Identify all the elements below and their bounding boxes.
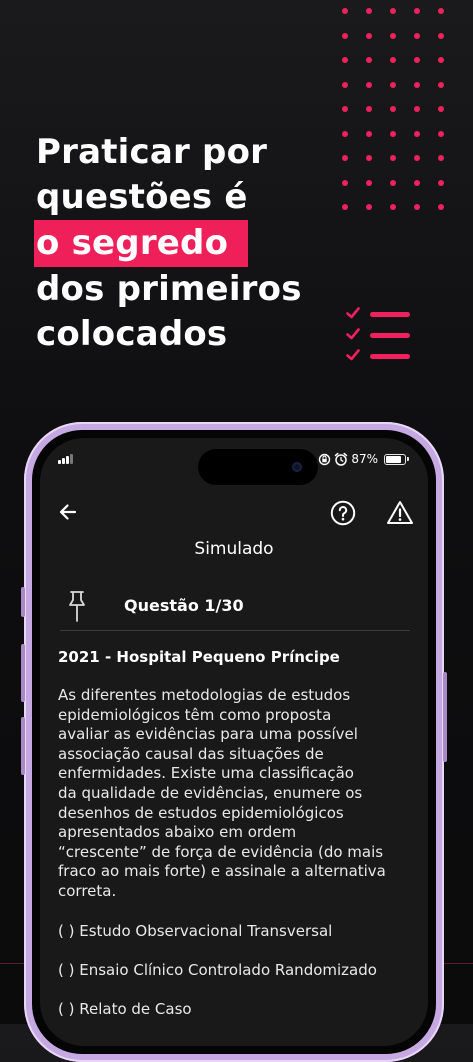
signal-icon: [58, 452, 78, 464]
option-item-1[interactable]: ( ) Estudo Observacional Transversal: [58, 922, 332, 940]
decorative-dot: [366, 32, 372, 39]
statement-line: avaliar as evidências para uma possível: [58, 725, 358, 744]
headline-line-5: colocados: [36, 314, 228, 354]
decorative-dot: [342, 8, 348, 14]
back-arrow-icon[interactable]: [56, 500, 80, 524]
question-statement: As diferentes metodologias de estudos ep…: [58, 686, 413, 902]
screen-title: Simulado: [194, 539, 274, 559]
decorative-dot: [342, 32, 348, 39]
decorative-dot: [366, 179, 372, 186]
decorative-dot: [414, 106, 420, 112]
decorative-dot: [390, 130, 396, 137]
decorative-dot: [414, 81, 420, 88]
screen-lock-icon: [319, 453, 331, 465]
decorative-dot: [366, 57, 372, 63]
decorative-dot: [366, 130, 372, 137]
promo-headline: Praticar por questões é o segredo dos pr…: [34, 130, 302, 357]
phone-mockup: 87% Simulado Questão 1/30 2021 - Hospita…: [21, 422, 447, 1062]
statement-line: associação causal das situações de: [58, 744, 324, 763]
checklist-icon: [346, 306, 410, 368]
decorative-dot: [414, 32, 420, 39]
decorative-dot: [342, 204, 348, 210]
decorative-dot: [414, 204, 420, 210]
decorative-dot: [438, 32, 444, 39]
statement-line: fraco ao mais forte) e assinale a altern…: [58, 862, 386, 881]
decorative-dot: [366, 155, 372, 161]
statement-line: enfermidades. Existe uma classificação: [58, 764, 354, 783]
statement-line: da qualidade de evidências, enumere os: [58, 783, 363, 802]
decorative-dot: [366, 204, 372, 210]
report-warning-icon[interactable]: [386, 499, 414, 527]
camera-icon: [292, 462, 302, 472]
decorative-dot: [366, 8, 372, 14]
alarm-icon: [335, 452, 348, 466]
decorative-dot: [342, 57, 348, 63]
decorative-dot: [414, 57, 420, 63]
decorative-dot: [366, 106, 372, 112]
decorative-dot: [438, 106, 444, 112]
decorative-dot: [438, 81, 444, 88]
dynamic-island: [198, 449, 318, 485]
decorative-dot: [390, 204, 396, 210]
decorative-dot: [390, 106, 396, 112]
phone-mute-button: [21, 587, 25, 617]
decorative-dot: [414, 8, 420, 14]
battery-icon: [384, 453, 409, 465]
phone-power-button: [443, 672, 447, 762]
statement-line: “crescente” de força de evidência (do ma…: [58, 842, 384, 861]
phone-volume-up-button: [21, 644, 25, 702]
question-source: 2021 - Hospital Pequeno Príncipe: [58, 648, 340, 666]
phone-volume-down-button: [21, 717, 25, 775]
decorative-dot: [342, 130, 348, 137]
statement-line: As diferentes metodologias de estudos: [58, 686, 351, 704]
decorative-dot: [342, 81, 348, 88]
decorative-dot: [390, 8, 396, 14]
decorative-dot: [438, 155, 444, 161]
pin-icon[interactable]: [68, 590, 86, 624]
option-item-2[interactable]: ( ) Ensaio Clínico Controlado Randomizad…: [58, 961, 377, 979]
decorative-dot: [390, 155, 396, 161]
decorative-dot: [342, 106, 348, 112]
decorative-dot: [438, 130, 444, 137]
headline-line-2: questões é: [36, 177, 248, 217]
decorative-dot-grid: [342, 8, 472, 218]
status-bar-right: 87%: [318, 451, 409, 467]
decorative-dot: [390, 179, 396, 186]
decorative-dot: [414, 155, 420, 161]
decorative-dot: [390, 81, 396, 88]
option-item-3[interactable]: ( ) Relato de Caso: [58, 1000, 192, 1018]
headline-highlight: o segredo: [34, 220, 249, 267]
question-header: Questão 1/30: [60, 590, 410, 631]
help-icon[interactable]: [330, 500, 356, 526]
question-counter: Questão 1/30: [124, 596, 244, 615]
battery-percent: 87%: [351, 452, 378, 466]
headline-line-4: dos primeiros: [36, 269, 302, 309]
app-screen: 87% Simulado Questão 1/30 2021 - Hospita…: [40, 438, 428, 1046]
decorative-dot: [438, 204, 444, 210]
decorative-dot: [414, 179, 420, 186]
headline-line-1: Praticar por: [36, 132, 268, 172]
decorative-dot: [438, 8, 444, 14]
statement-line: epidemiológicos têm como proposta: [58, 705, 332, 724]
statement-line: apresentados abaixo em ordem: [58, 823, 297, 842]
decorative-dot: [438, 179, 444, 186]
statement-line: correta.: [58, 881, 117, 900]
decorative-dot: [342, 179, 348, 186]
decorative-dot: [390, 57, 396, 63]
decorative-dot: [366, 81, 372, 88]
decorative-dot: [342, 155, 348, 161]
decorative-dot: [414, 130, 420, 137]
statement-line: desenhos de estudos epidemiológicos: [58, 803, 344, 822]
decorative-dot: [438, 57, 444, 63]
decorative-dot: [390, 32, 396, 39]
